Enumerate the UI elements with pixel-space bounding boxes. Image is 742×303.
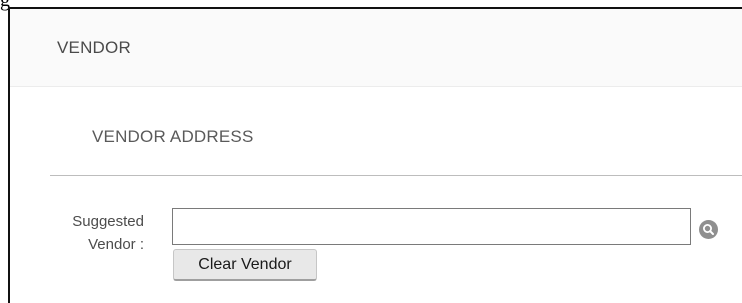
panel-header: VENDOR xyxy=(10,9,742,87)
section-divider xyxy=(50,175,742,176)
suggested-vendor-label-line1: Suggested xyxy=(72,213,144,230)
magnifier-glyph xyxy=(703,224,714,235)
suggested-vendor-label: Suggested Vendor : xyxy=(34,210,144,256)
suggested-vendor-label-line2: Vendor : xyxy=(88,236,144,253)
clear-vendor-button[interactable]: Clear Vendor xyxy=(173,249,317,281)
panel-title: VENDOR xyxy=(57,38,131,57)
suggested-vendor-input[interactable] xyxy=(172,208,691,245)
vendor-panel: VENDOR VENDOR ADDRESS Suggested Vendor :… xyxy=(8,7,742,303)
section-title-vendor-address: VENDOR ADDRESS xyxy=(92,127,254,146)
search-icon[interactable] xyxy=(699,220,718,239)
